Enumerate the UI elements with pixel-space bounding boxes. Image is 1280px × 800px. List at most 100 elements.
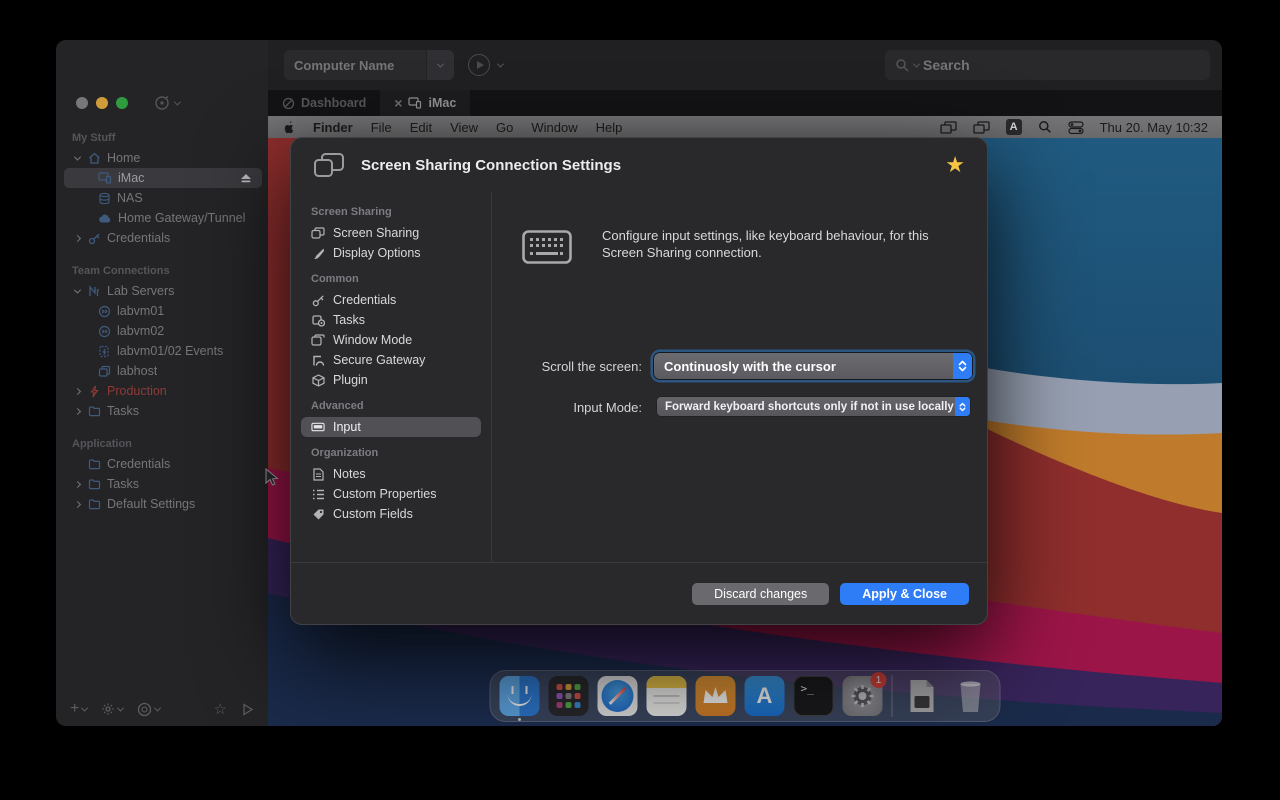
dock-document-icon[interactable] <box>902 676 942 716</box>
sidebar-item-label: Lab Servers <box>107 284 174 298</box>
eject-icon[interactable] <box>240 173 252 183</box>
menubar-app-name[interactable]: Finder <box>313 120 353 135</box>
chevron-down-icon <box>913 60 920 67</box>
screen-mirroring-icon[interactable] <box>940 121 957 134</box>
run-outline-icon[interactable] <box>241 703 254 716</box>
nav-section-common: Common <box>291 263 491 290</box>
nav-item-tasks[interactable]: Tasks <box>291 310 491 330</box>
dock-safari-icon[interactable] <box>598 676 638 716</box>
nav-item-custom-fields[interactable]: Custom Fields <box>291 504 491 524</box>
mouse-cursor <box>264 468 280 488</box>
chevron-down-icon <box>81 704 88 711</box>
control-center-icon[interactable] <box>1068 121 1084 134</box>
nav-item-custom-properties[interactable]: Custom Properties <box>291 484 491 504</box>
tab-dashboard[interactable]: Dashboard <box>268 90 380 116</box>
apply-close-button[interactable]: Apply & Close <box>840 583 969 605</box>
dock-system-preferences-icon[interactable]: 1 <box>843 676 883 716</box>
favorite-outline-icon[interactable]: ☆ <box>214 700 227 718</box>
menu-window[interactable]: Window <box>531 120 577 135</box>
add-connection-button[interactable]: + <box>70 700 87 718</box>
menu-file[interactable]: File <box>371 120 392 135</box>
menu-edit[interactable]: Edit <box>410 120 432 135</box>
key-icon <box>88 232 101 245</box>
sidebar-item-label: iMac <box>118 171 144 185</box>
menu-view[interactable]: View <box>450 120 478 135</box>
sidebar-item-home-gateway[interactable]: Home Gateway/Tunnel <box>56 208 268 228</box>
apple-menu-icon[interactable] <box>282 120 295 135</box>
menu-go[interactable]: Go <box>496 120 513 135</box>
sidebar-item-labvm01[interactable]: labvm01 <box>56 301 268 321</box>
sidebar-item-labvm-events[interactable]: labvm01/02 Events <box>56 341 268 361</box>
tab-imac[interactable]: × iMac <box>380 90 470 116</box>
favorite-star-icon[interactable]: ★ <box>945 154 965 176</box>
dock-royal-tsx-icon[interactable] <box>696 676 736 716</box>
nav-item-plugin[interactable]: Plugin <box>291 370 491 390</box>
lightning-icon <box>88 385 101 398</box>
folder-icon <box>88 405 101 418</box>
sync-menu-button[interactable] <box>137 702 160 717</box>
search-field[interactable] <box>885 50 1210 80</box>
menubar-clock[interactable]: Thu 20. May 10:32 <box>1100 120 1208 135</box>
sidebar-item-credentials[interactable]: Credentials <box>56 228 268 248</box>
computer-name-field[interactable] <box>284 50 454 80</box>
close-window-button[interactable] <box>76 97 88 109</box>
spotlight-icon[interactable] <box>1038 120 1052 134</box>
select-stepper-icon <box>955 397 970 416</box>
close-tab-icon[interactable]: × <box>394 95 402 111</box>
menu-help[interactable]: Help <box>596 120 623 135</box>
keyboard-icon <box>311 422 325 432</box>
scroll-screen-select[interactable]: Continuosly with the cursor <box>654 353 972 379</box>
minimize-window-button[interactable] <box>96 97 108 109</box>
folder-icon <box>88 478 101 491</box>
sidebar-item-imac[interactable]: iMac <box>64 168 262 188</box>
dock-terminal-icon[interactable]: >_ <box>794 676 834 716</box>
dock-notes-icon[interactable] <box>647 676 687 716</box>
cloud-icon <box>98 213 112 224</box>
sidebar-item-nas[interactable]: NAS <box>56 188 268 208</box>
windows-copy-icon[interactable] <box>973 121 990 134</box>
dock-app-store-icon[interactable]: A <box>745 676 785 716</box>
sidebar-item-label: Tasks <box>107 477 139 491</box>
scroll-screen-label: Scroll the screen: <box>502 359 642 374</box>
sidebar-item-app-credentials[interactable]: Credentials <box>56 454 268 474</box>
connect-button[interactable] <box>468 54 490 76</box>
nav-item-display-options[interactable]: Display Options <box>291 243 491 263</box>
input-source-icon[interactable]: A <box>1006 119 1022 135</box>
nav-item-screen-sharing[interactable]: Screen Sharing <box>291 223 491 243</box>
chevron-down-icon <box>73 286 80 293</box>
chevron-down-icon <box>73 153 80 160</box>
nav-item-notes[interactable]: Notes <box>291 464 491 484</box>
discard-changes-button[interactable]: Discard changes <box>692 583 829 605</box>
computer-name-input[interactable] <box>284 58 426 73</box>
sidebar-item-default-settings[interactable]: Default Settings <box>56 494 268 514</box>
chevron-down-icon[interactable] <box>497 60 504 67</box>
dock-trash-icon[interactable] <box>951 676 991 716</box>
connection-status-menu[interactable] <box>154 95 180 111</box>
sidebar-item-production[interactable]: Production <box>56 381 268 401</box>
settings-button[interactable] <box>101 702 123 716</box>
nav-item-credentials[interactable]: Credentials <box>291 290 491 310</box>
nav-item-label: Secure Gateway <box>333 353 425 367</box>
input-mode-select[interactable]: Forward keyboard shortcuts only if not i… <box>657 397 970 416</box>
chevron-right-icon <box>73 407 80 414</box>
sidebar-item-tasks[interactable]: Tasks <box>56 401 268 421</box>
dock-separator <box>892 675 893 717</box>
zoom-window-button[interactable] <box>116 97 128 109</box>
sidebar-item-app-tasks[interactable]: Tasks <box>56 474 268 494</box>
nav-item-secure-gateway[interactable]: Secure Gateway <box>291 350 491 370</box>
nav-item-input[interactable]: Input <box>301 417 481 437</box>
sidebar-item-lab-servers[interactable]: Lab Servers <box>56 281 268 301</box>
display-icon <box>98 172 112 184</box>
dock-finder-icon[interactable] <box>500 676 540 716</box>
sidebar-item-labhost[interactable]: labhost <box>56 361 268 381</box>
dock-launchpad-icon[interactable] <box>549 676 589 716</box>
cube-icon <box>312 374 325 387</box>
chevron-down-icon <box>117 704 124 711</box>
search-input[interactable] <box>923 57 1200 73</box>
tag-icon <box>312 508 325 521</box>
sidebar-item-label: NAS <box>117 191 143 205</box>
nav-item-window-mode[interactable]: Window Mode <box>291 330 491 350</box>
sidebar-item-labvm02[interactable]: labvm02 <box>56 321 268 341</box>
sidebar-item-home[interactable]: Home <box>56 148 268 168</box>
computer-name-dropdown[interactable] <box>426 50 454 80</box>
